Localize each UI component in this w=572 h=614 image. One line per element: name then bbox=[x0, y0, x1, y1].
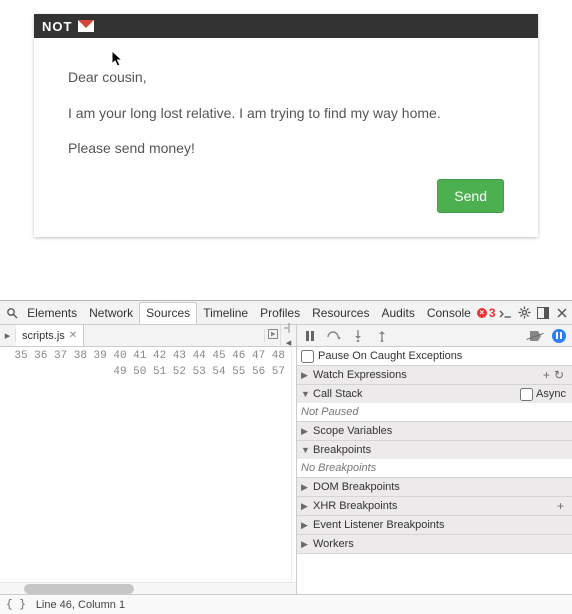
error-icon: × bbox=[477, 308, 487, 318]
panel-breakpoints[interactable]: ▼ Breakpoints bbox=[297, 441, 572, 459]
deactivate-breakpoints-icon[interactable] bbox=[528, 329, 542, 343]
pretty-print-icon[interactable]: { } bbox=[6, 599, 26, 611]
chevron-right-icon: ▶ bbox=[301, 539, 311, 550]
pause-on-caught-row: Pause On Caught Exceptions bbox=[297, 347, 572, 365]
chevron-down-icon: ▼ bbox=[301, 445, 311, 455]
pause-on-caught-checkbox[interactable] bbox=[301, 350, 314, 363]
search-icon[interactable] bbox=[2, 303, 21, 323]
debugger-toolbar bbox=[297, 325, 572, 347]
panel-watch-expressions[interactable]: ▶ Watch Expressions + ↻ bbox=[297, 366, 572, 384]
email-line-3: Please send money! bbox=[68, 139, 504, 159]
tab-elements[interactable]: Elements bbox=[21, 303, 83, 323]
panel-event-listener-breakpoints[interactable]: ▶ Event Listener Breakpoints bbox=[297, 516, 572, 534]
app-title: NOT bbox=[42, 19, 72, 34]
error-count-value: 3 bbox=[489, 306, 496, 320]
email-line-2: I am your long lost relative. I am tryin… bbox=[68, 104, 504, 124]
tab-sources[interactable]: Sources bbox=[139, 302, 197, 324]
cursor-position: Line 46, Column 1 bbox=[36, 599, 125, 611]
pause-on-exceptions-icon[interactable] bbox=[552, 329, 566, 343]
email-body: Dear cousin, I am your long lost relativ… bbox=[34, 38, 538, 237]
dock-icon[interactable] bbox=[534, 303, 553, 323]
panel-dom-bp-label: DOM Breakpoints bbox=[313, 481, 400, 493]
step-over-icon[interactable] bbox=[327, 329, 341, 343]
panel-xhr-bp-label: XHR Breakpoints bbox=[313, 500, 397, 512]
debugger-toggle-icon[interactable]: ◂ bbox=[280, 323, 296, 349]
pause-icon[interactable] bbox=[303, 329, 317, 343]
step-out-icon[interactable] bbox=[375, 329, 389, 343]
chevron-right-icon: ▶ bbox=[301, 520, 311, 531]
code-editor[interactable]: 35 36 37 38 39 40 41 42 43 44 45 46 47 4… bbox=[0, 347, 296, 582]
add-xhr-bp-icon[interactable]: + bbox=[555, 499, 566, 513]
debugger-sidebar: Pause On Caught Exceptions ▶ Watch Expre… bbox=[297, 325, 572, 594]
send-button[interactable]: Send bbox=[437, 179, 504, 213]
run-snippet-icon[interactable] bbox=[264, 329, 280, 342]
show-drawer-icon[interactable] bbox=[496, 303, 515, 323]
sources-code-panel: ▸ scripts.js ✕ ◂ 35 36 37 38 39 40 41 42… bbox=[0, 325, 297, 594]
chevron-right-icon: ▶ bbox=[301, 501, 311, 512]
gmail-icon bbox=[78, 20, 94, 32]
email-app: NOT Dear cousin, I am your long lost rel… bbox=[34, 14, 538, 237]
call-stack-status: Not Paused bbox=[297, 403, 572, 421]
panel-xhr-breakpoints[interactable]: ▶ XHR Breakpoints + bbox=[297, 497, 572, 515]
panel-call-stack[interactable]: ▼ Call Stack Async bbox=[297, 385, 572, 403]
panel-dom-breakpoints[interactable]: ▶ DOM Breakpoints bbox=[297, 478, 572, 496]
app-title-bar: NOT bbox=[34, 14, 538, 38]
panel-scope-variables[interactable]: ▶ Scope Variables bbox=[297, 422, 572, 440]
chevron-down-icon: ▼ bbox=[301, 389, 311, 399]
devtools-status-bar: { } Line 46, Column 1 bbox=[0, 594, 572, 614]
panel-workers[interactable]: ▶ Workers bbox=[297, 535, 572, 553]
file-tab[interactable]: scripts.js ✕ bbox=[16, 325, 84, 346]
panel-breakpoints-label: Breakpoints bbox=[313, 444, 371, 456]
tab-console[interactable]: Console bbox=[421, 303, 477, 323]
pause-on-caught-label: Pause On Caught Exceptions bbox=[318, 350, 462, 362]
devtools-tabbar: Elements Network Sources Timeline Profil… bbox=[0, 301, 572, 325]
gear-icon[interactable] bbox=[515, 303, 534, 323]
panel-call-stack-label: Call Stack bbox=[313, 388, 363, 400]
file-tab-label: scripts.js bbox=[22, 330, 65, 342]
code-content[interactable]: function postOnSuccess(data) { // the po… bbox=[292, 347, 296, 582]
panel-scope-label: Scope Variables bbox=[313, 425, 392, 437]
step-into-icon[interactable] bbox=[351, 329, 365, 343]
panel-workers-label: Workers bbox=[313, 538, 354, 550]
add-watch-icon[interactable]: + bbox=[541, 368, 552, 382]
tab-profiles[interactable]: Profiles bbox=[254, 303, 306, 323]
breakpoints-status: No Breakpoints bbox=[297, 459, 572, 477]
tab-resources[interactable]: Resources bbox=[306, 303, 375, 323]
horizontal-scrollbar[interactable] bbox=[0, 582, 296, 594]
line-gutter: 35 36 37 38 39 40 41 42 43 44 45 46 47 4… bbox=[0, 347, 292, 582]
chevron-right-icon: ▶ bbox=[301, 426, 311, 437]
async-label: Async bbox=[536, 388, 566, 400]
email-line-1: Dear cousin, bbox=[68, 68, 504, 88]
file-tab-bar: ▸ scripts.js ✕ ◂ bbox=[0, 325, 296, 347]
chevron-right-icon: ▶ bbox=[301, 482, 311, 493]
refresh-watch-icon[interactable]: ↻ bbox=[552, 368, 566, 382]
devtools-panel: Elements Network Sources Timeline Profil… bbox=[0, 300, 572, 614]
tab-timeline[interactable]: Timeline bbox=[197, 303, 254, 323]
async-checkbox[interactable] bbox=[520, 388, 533, 401]
panel-evt-bp-label: Event Listener Breakpoints bbox=[313, 519, 444, 531]
chevron-right-icon: ▶ bbox=[301, 370, 311, 381]
file-tab-close-icon[interactable]: ✕ bbox=[69, 330, 77, 341]
scrollbar-thumb[interactable] bbox=[24, 584, 134, 594]
tab-network[interactable]: Network bbox=[83, 303, 139, 323]
error-count-badge[interactable]: × 3 bbox=[477, 306, 496, 320]
panel-watch-label: Watch Expressions bbox=[313, 369, 407, 381]
tab-audits[interactable]: Audits bbox=[375, 303, 420, 323]
navigator-toggle-icon[interactable]: ▸ bbox=[0, 329, 16, 342]
close-icon[interactable] bbox=[553, 303, 572, 323]
